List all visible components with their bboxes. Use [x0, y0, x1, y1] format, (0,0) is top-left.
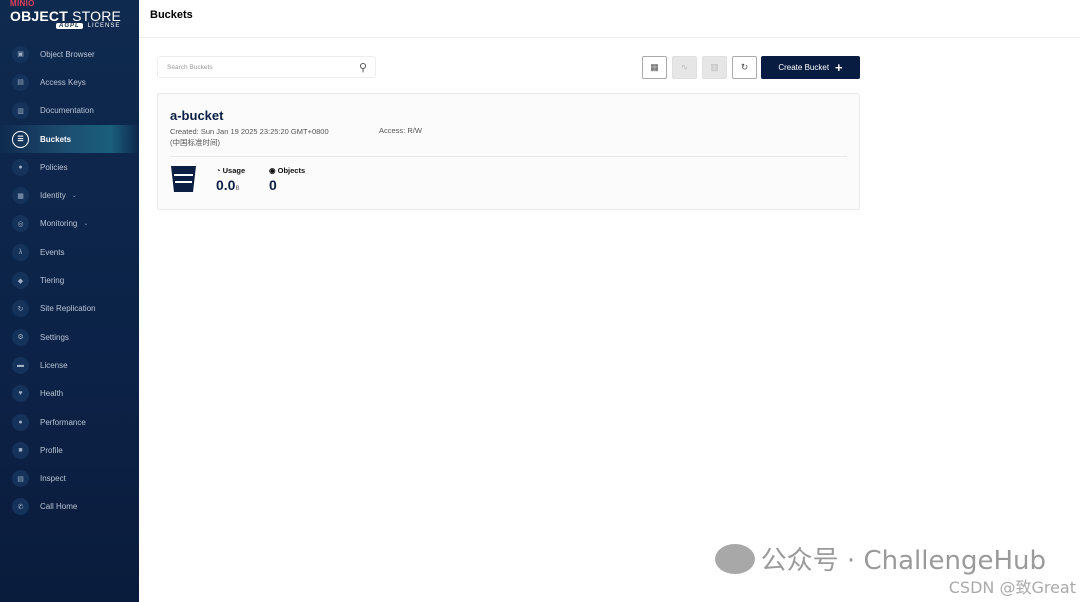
- sidebar-item-label: Call Home: [40, 502, 78, 512]
- sidebar-icon: ⚙: [12, 328, 29, 346]
- search-placeholder: Search Buckets: [167, 64, 213, 71]
- watermark-csdn: CSDN @致Great: [948, 578, 1076, 597]
- sidebar-item-events[interactable]: λ Events: [0, 238, 139, 266]
- sidebar-item-performance[interactable]: ● Performance: [0, 408, 139, 436]
- sidebar-item-label: Settings: [40, 332, 69, 342]
- wechat-icon: [714, 543, 755, 574]
- sidebar-item-label: Policies: [40, 162, 68, 172]
- sidebar-item-documentation[interactable]: ▥ Documentation: [0, 97, 139, 125]
- sidebar-item-monitoring[interactable]: ◎ Monitoring ⌄: [0, 210, 139, 238]
- sidebar-item-label: Performance: [40, 417, 86, 427]
- sidebar-item-health[interactable]: ♥ Health: [0, 380, 139, 408]
- refresh-button[interactable]: ↻: [732, 56, 757, 79]
- sidebar-item-license[interactable]: ▬ License: [0, 351, 139, 379]
- sidebar-item-label: Events: [40, 247, 65, 257]
- sidebar-item-access-keys[interactable]: ▤ Access Keys: [0, 68, 139, 96]
- objects-icon: ◉: [269, 166, 276, 175]
- bucket-icon: [171, 166, 196, 192]
- sidebar-item-label: Inspect: [40, 474, 66, 484]
- sidebar-item-object-browser[interactable]: ▣ Object Browser: [0, 40, 139, 68]
- sidebar-icon: ■: [12, 441, 29, 459]
- sidebar-item-label: Monitoring: [40, 219, 78, 229]
- chevron-down-icon: ⌄: [83, 221, 89, 228]
- grid-icon: ▦: [650, 62, 659, 72]
- sidebar-item-label: License: [40, 360, 68, 370]
- sidebar-icon: ↻: [12, 300, 29, 318]
- sidebar-item-label: Buckets: [40, 134, 72, 144]
- sidebar-item-inspect[interactable]: ▤ Inspect: [0, 464, 139, 492]
- sidebar-item-label: Tiering: [40, 276, 65, 286]
- sidebar-icon: ☰: [12, 130, 29, 148]
- usage-icon: ◔: [216, 166, 221, 175]
- usage-metric: ◔ Usage 0.0B: [216, 166, 246, 193]
- top-bar: Buckets: [139, 0, 1080, 38]
- sidebar-item-tiering[interactable]: ◆ Tiering: [0, 266, 139, 294]
- sidebar-item-label: Identity: [40, 191, 66, 201]
- chevron-down-icon: ⌄: [71, 193, 77, 200]
- sidebar-item-label: Health: [40, 389, 64, 399]
- sidebar-icon: ◎: [12, 215, 29, 233]
- sidebar-item-label: Access Keys: [40, 77, 86, 87]
- sidebar-item-label: Object Browser: [40, 49, 95, 59]
- sidebar-icon: ▬: [12, 356, 29, 374]
- plus-icon: +: [835, 60, 843, 75]
- delete-button[interactable]: ▥: [702, 56, 727, 79]
- sidebar-item-label: Documentation: [40, 106, 94, 116]
- sidebar-item-label: Site Replication: [40, 304, 96, 314]
- select-multiple-button[interactable]: ▦: [642, 56, 667, 79]
- logo-mini: MINIO: [10, 0, 35, 8]
- sidebar: MINIO OBJECT STORE AGPL LICENSE ▣ Object B…: [0, 0, 139, 602]
- sidebar-icon: ▦: [12, 187, 29, 205]
- search-input[interactable]: Search Buckets ⚲: [157, 56, 376, 78]
- sidebar-item-settings[interactable]: ⚙ Settings: [0, 323, 139, 351]
- trash-icon: ▥: [710, 62, 719, 72]
- sidebar-icon: ▣: [12, 45, 29, 63]
- sidebar-icon: ▤: [12, 73, 29, 91]
- bucket-card[interactable]: a-bucket Created: Sun Jan 19 2025 23:25:…: [157, 93, 860, 210]
- minio-logo[interactable]: MINIO OBJECT STORE AGPL LICENSE: [10, 0, 130, 38]
- search-icon: ⚲: [358, 62, 367, 74]
- create-bucket-button[interactable]: Create Bucket +: [761, 56, 860, 79]
- sidebar-item-profile[interactable]: ■ Profile: [0, 436, 139, 464]
- sidebar-icon: ●: [12, 158, 29, 176]
- bucket-created: Created: Sun Jan 19 2025 23:25:20 GMT+08…: [170, 127, 329, 147]
- replication-icon: ∿: [680, 62, 689, 72]
- replication-button[interactable]: ∿: [672, 56, 697, 79]
- sidebar-icon: ◆: [12, 272, 29, 290]
- divider: [170, 156, 847, 157]
- logo-license: AGPL LICENSE: [56, 23, 120, 29]
- sidebar-item-label: Profile: [40, 445, 63, 455]
- bucket-name[interactable]: a-bucket: [170, 108, 223, 123]
- sidebar-icon: ▤: [12, 470, 29, 488]
- page-title: Buckets: [150, 9, 193, 21]
- sidebar-item-identity[interactable]: ▦ Identity ⌄: [0, 181, 139, 209]
- sidebar-item-site-replication[interactable]: ↻ Site Replication: [0, 295, 139, 323]
- sidebar-nav: ▣ Object Browser ▤ Access Keys ▥ Documentatio…: [0, 40, 139, 521]
- sidebar-item-buckets[interactable]: ☰ Buckets: [0, 124, 139, 154]
- create-bucket-label: Create Bucket: [778, 63, 830, 72]
- watermark: 公众号 · ChallengeHub: [714, 540, 1046, 577]
- sidebar-icon: ♥: [12, 385, 29, 403]
- sidebar-icon: ●: [12, 413, 29, 431]
- sidebar-item-call-home[interactable]: ✆ Call Home: [0, 493, 139, 521]
- sidebar-item-policies[interactable]: ● Policies: [0, 153, 139, 181]
- sidebar-icon: ▥: [12, 102, 29, 120]
- refresh-icon: ↻: [740, 62, 749, 72]
- objects-metric: ◉ Objects 0: [269, 166, 306, 193]
- sidebar-icon: λ: [12, 243, 29, 261]
- logo-title: OBJECT STORE: [10, 8, 122, 24]
- bucket-access: Access: R/W: [379, 126, 422, 135]
- sidebar-icon: ✆: [12, 498, 29, 516]
